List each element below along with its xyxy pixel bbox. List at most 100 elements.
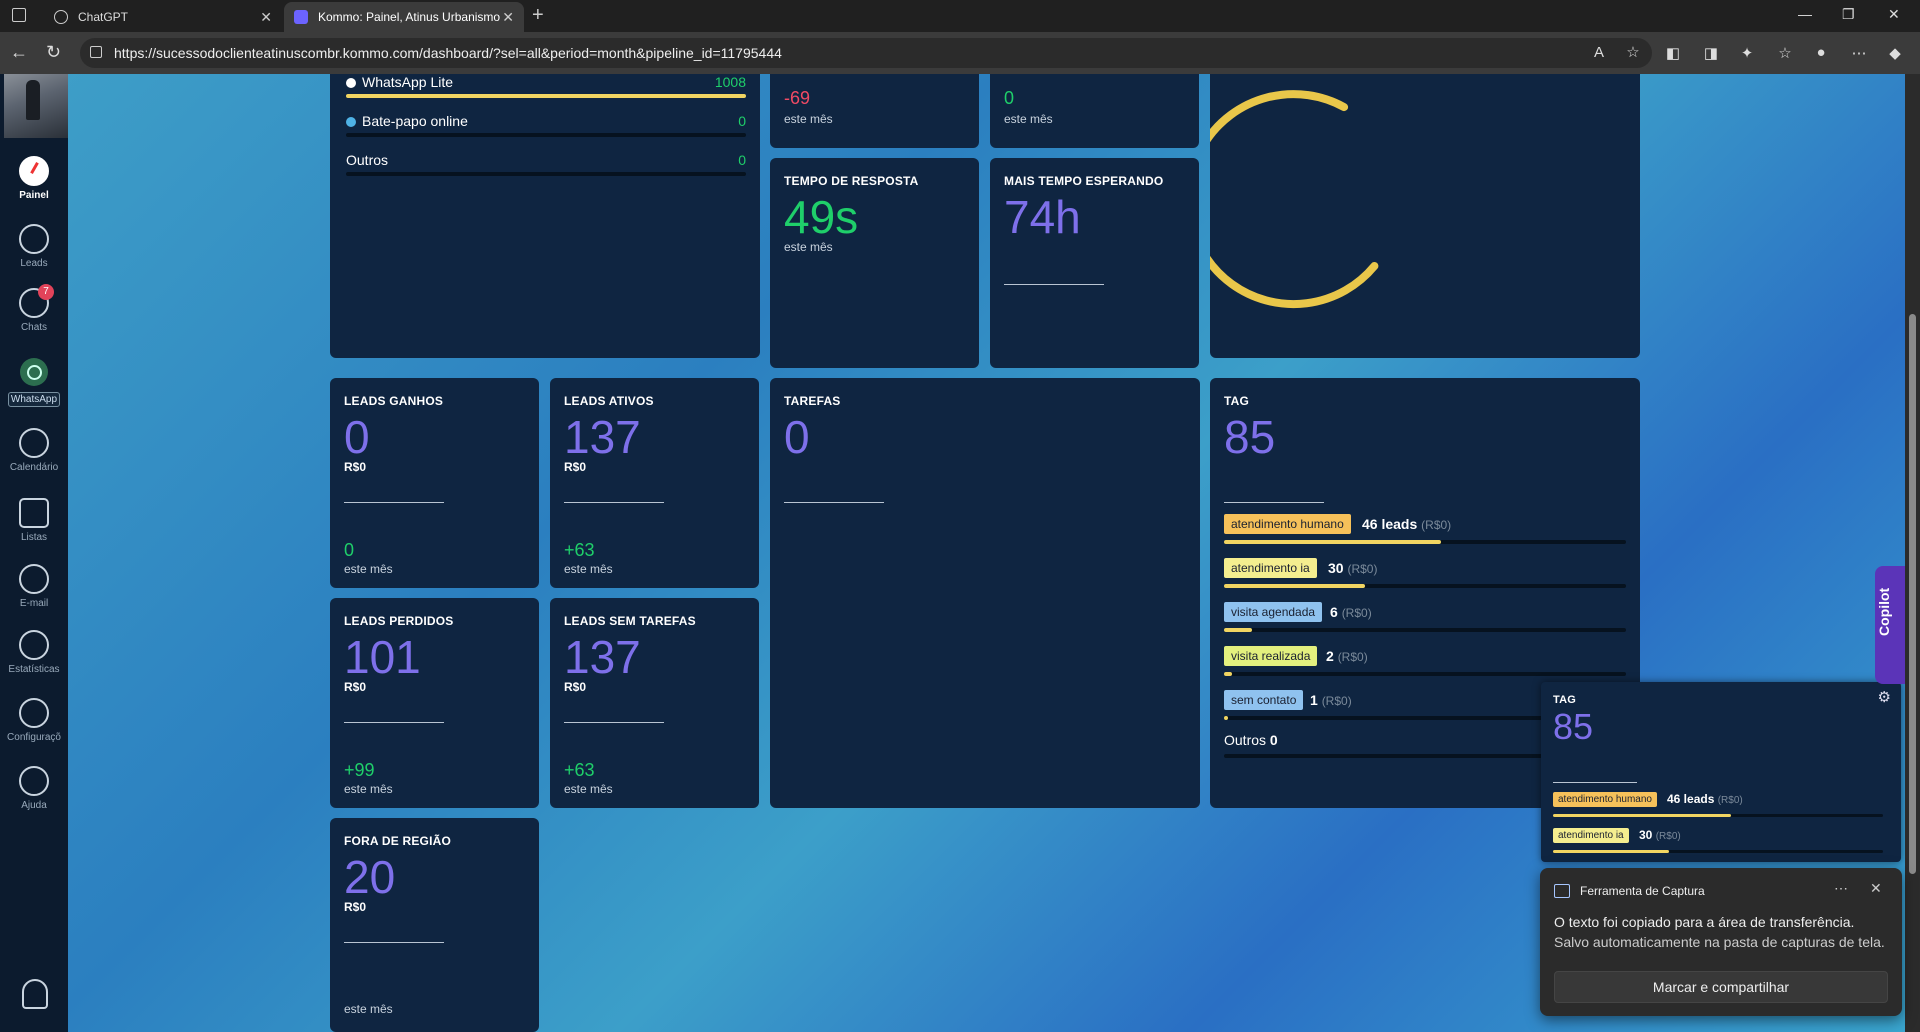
popup-row-atendimento-humano[interactable]: atendimento humano 46 leads (R$0) <box>1553 792 1883 826</box>
user-avatar[interactable] <box>4 74 68 138</box>
settings-gear-icon[interactable]: ⚙ <box>1878 688 1891 706</box>
chat-widget-icon <box>346 117 356 127</box>
copilot-side-tab[interactable]: Copilot <box>1875 566 1905 684</box>
extension-2-icon[interactable]: ◨ <box>1702 44 1720 62</box>
tarefas-card[interactable]: TAREFAS 0 <box>770 378 1200 808</box>
mark-and-share-button[interactable]: Marcar e compartilhar <box>1554 971 1888 1003</box>
favorite-star-icon[interactable]: ☆ <box>1624 43 1642 61</box>
tab-actions-icon[interactable] <box>12 8 26 22</box>
sidebar-item-leads[interactable]: Leads <box>0 224 68 269</box>
snipping-tool-toast: Ferramenta de Captura ⋯ ✕ O texto foi co… <box>1540 868 1902 1016</box>
sidebar-item-painel[interactable]: Painel <box>0 156 68 201</box>
divider <box>1004 284 1104 285</box>
card-money: R$0 <box>564 460 587 474</box>
card-sub: este mês <box>564 782 613 796</box>
tag-chip: atendimento ia <box>1553 828 1629 843</box>
whatsapp-lite-icon <box>346 78 356 88</box>
fora-de-regiao-card[interactable]: FORA DE REGIÃO 20 R$0 este mês <box>330 818 539 1032</box>
back-arrow-icon[interactable]: ← <box>10 42 28 63</box>
tab-kommo[interactable]: Kommo: Painel, Atinus Urbanismo ✕ <box>284 2 524 32</box>
source-bar <box>346 172 746 176</box>
card-value: 101 <box>344 631 421 683</box>
minimize-icon[interactable]: — <box>1798 6 1812 22</box>
tag-row-visita-realizada[interactable]: visita realizada 2 (R$0) <box>1224 646 1626 680</box>
tab-label: Kommo: Painel, Atinus Urbanismo <box>318 10 501 24</box>
notifications-bell-icon[interactable] <box>22 979 48 1009</box>
popup-title: TAG <box>1553 694 1577 706</box>
tag-popup: TAG 85 ⚙ atendimento humano 46 leads (R$… <box>1541 682 1901 862</box>
source-row-bate-papo: Bate-papo online 0 <box>346 113 746 137</box>
profile-avatar-icon[interactable]: ● <box>1812 44 1830 62</box>
tag-money: (R$0) <box>1337 650 1368 664</box>
tag-money: (R$0) <box>1347 562 1378 576</box>
divider <box>344 502 444 503</box>
tab-chatgpt[interactable]: ChatGPT ✕ <box>44 2 282 32</box>
leads-perdidos-card[interactable]: LEADS PERDIDOS 101 R$0 +99 este mês <box>330 598 539 808</box>
tag-money: (R$0) <box>1655 831 1681 842</box>
tag-bar-fill <box>1224 672 1233 676</box>
sidebar-item-calendario[interactable]: Calendário <box>0 428 68 473</box>
tag-bar <box>1224 540 1626 544</box>
tag-row-atendimento-ia[interactable]: atendimento ia 30 (R$0) <box>1224 558 1626 592</box>
restore-icon[interactable]: ❐ <box>1842 6 1855 23</box>
tag-bar <box>1553 814 1883 817</box>
scrollbar-thumb[interactable] <box>1909 314 1916 874</box>
close-icon[interactable]: ✕ <box>502 9 514 26</box>
address-bar[interactable]: https://sucessodoclienteatinuscombr.komm… <box>80 38 1652 68</box>
tag-row-visita-agendada[interactable]: visita agendada 6 (R$0) <box>1224 602 1626 636</box>
lead-sources-card: WhatsApp Lite 1008 Bate-papo online 0 Ou… <box>330 74 760 358</box>
browser-tab-bar: ChatGPT ✕ Kommo: Painel, Atinus Urbanism… <box>0 0 1920 32</box>
copilot-icon[interactable]: ◆ <box>1886 44 1904 62</box>
extension-icon[interactable]: ◧ <box>1664 44 1682 62</box>
gauge-card <box>1184 74 1640 358</box>
tag-info: 1 (R$0) <box>1310 692 1352 708</box>
sidebar-item-chats[interactable]: 7 Chats <box>0 284 68 333</box>
card-money: R$0 <box>344 460 367 474</box>
copilot-label: Copilot <box>1876 587 1892 636</box>
more-menu-icon[interactable]: ⋯ <box>1850 44 1868 62</box>
close-icon[interactable]: ✕ <box>1870 880 1882 897</box>
sidebar-item-label: E-mail <box>19 598 49 609</box>
new-tab-button[interactable]: + <box>532 4 544 27</box>
sidebar-item-configuracoes[interactable]: Configuraçõ <box>0 698 68 743</box>
gauge-chart <box>1184 90 1379 309</box>
card-value: 0 <box>344 411 370 463</box>
popup-row-atendimento-ia[interactable]: atendimento ia 30 (R$0) <box>1553 828 1883 862</box>
others-label: Outros <box>1224 732 1267 748</box>
card-title: TEMPO DE RESPOSTA <box>784 174 919 188</box>
window-close-icon[interactable]: ✕ <box>1888 6 1900 23</box>
card-sub: este mês <box>784 240 833 254</box>
sidebar-item-estatisticas[interactable]: Estatísticas <box>0 630 68 675</box>
more-options-icon[interactable]: ⋯ <box>1834 880 1848 897</box>
card-delta: +63 <box>564 760 595 780</box>
tag-info: Outros 0 <box>1224 732 1278 748</box>
refresh-icon[interactable]: ↻ <box>46 42 61 63</box>
tag-bar-fill <box>1224 540 1442 544</box>
left-sidebar: Painel Leads 7 Chats WhatsApp Calendário… <box>0 74 68 1032</box>
dollar-icon <box>19 224 49 254</box>
tag-bar-fill <box>1224 584 1365 588</box>
toast-line-2: Salvo automaticamente na pasta de captur… <box>1554 934 1885 950</box>
leads-sem-tarefas-card[interactable]: LEADS SEM TAREFAS 137 R$0 +63 este mês <box>550 598 759 808</box>
sidebar-item-label: Listas <box>20 532 48 543</box>
toast-app-name: Ferramenta de Captura <box>1580 884 1705 898</box>
extensions-puzzle-icon[interactable]: ✦ <box>1738 44 1756 62</box>
favorites-icon[interactable]: ☆ <box>1776 44 1794 62</box>
sidebar-item-email[interactable]: E-mail <box>0 564 68 609</box>
tag-row-atendimento-humano[interactable]: atendimento humano 46 leads (R$0) <box>1224 514 1626 548</box>
whatsapp-icon <box>20 358 48 386</box>
stats-chart-icon <box>19 630 49 660</box>
url-text[interactable]: https://sucessodoclienteatinuscombr.komm… <box>114 45 782 61</box>
tag-count: 30 <box>1328 560 1344 576</box>
site-info-icon[interactable] <box>90 46 102 58</box>
page-scrollbar[interactable] <box>1905 74 1920 1032</box>
sidebar-item-listas[interactable]: Listas <box>0 498 68 543</box>
divider <box>1224 502 1324 503</box>
read-aloud-icon[interactable]: A <box>1590 44 1608 62</box>
sidebar-item-whatsapp[interactable]: WhatsApp <box>0 358 68 407</box>
leads-ativos-card[interactable]: LEADS ATIVOS 137 R$0 +63 este mês <box>550 378 759 588</box>
sidebar-item-ajuda[interactable]: Ajuda <box>0 766 68 811</box>
leads-ganhos-card[interactable]: LEADS GANHOS 0 R$0 0 este mês <box>330 378 539 588</box>
sidebar-item-label: Calendário <box>9 462 59 473</box>
close-icon[interactable]: ✕ <box>260 9 272 26</box>
